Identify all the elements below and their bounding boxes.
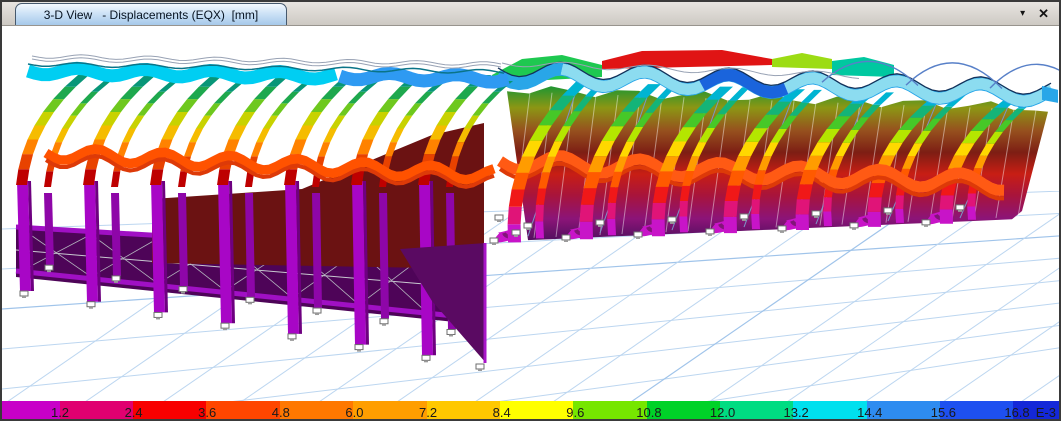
window-titlebar: 3-D View - Displacements (EQX) [mm] ▾ ✕ bbox=[2, 2, 1059, 26]
legend-value-label: 6.0 bbox=[345, 401, 363, 421]
legend-exponent-label: E-3 bbox=[1036, 401, 1056, 421]
viewport-3d[interactable]: 1.2 2.4 3.6 4.8 6.0 7.2 8.4 9.6 10.8 12.0 13.2 14.4… bbox=[2, 26, 1059, 421]
legend-value-label: 8.4 bbox=[493, 401, 511, 421]
app-window: 3-D View - Displacements (EQX) [mm] ▾ ✕ … bbox=[0, 0, 1061, 421]
legend-band bbox=[427, 401, 500, 421]
titlebar-controls: ▾ ✕ bbox=[1020, 2, 1049, 25]
legend-band bbox=[500, 401, 573, 421]
legend-value-label: 16.8 bbox=[1004, 401, 1029, 421]
legend-band bbox=[133, 401, 206, 421]
legend-value-label: 12.0 bbox=[710, 401, 735, 421]
model-canvas[interactable] bbox=[2, 26, 1061, 401]
legend-value-label: 14.4 bbox=[857, 401, 882, 421]
view-tab-label: 3-D View - Displacements (EQX) [mm] bbox=[44, 8, 259, 22]
view-tab[interactable]: 3-D View - Displacements (EQX) [mm] bbox=[15, 3, 287, 25]
legend-band bbox=[60, 401, 133, 421]
legend-value-label: 13.2 bbox=[783, 401, 808, 421]
legend-value-label: 1.2 bbox=[51, 401, 69, 421]
legend-band bbox=[206, 401, 279, 421]
legend-value-label: 2.4 bbox=[125, 401, 143, 421]
legend-value-label: 7.2 bbox=[419, 401, 437, 421]
chevron-down-icon[interactable]: ▾ bbox=[1020, 9, 1025, 19]
legend-band bbox=[353, 401, 426, 421]
legend-band bbox=[280, 401, 353, 421]
close-icon[interactable]: ✕ bbox=[1038, 7, 1049, 20]
legend-value-label: 15.6 bbox=[931, 401, 956, 421]
legend-value-label: 4.8 bbox=[272, 401, 290, 421]
contour-legend: 1.2 2.4 3.6 4.8 6.0 7.2 8.4 9.6 10.8 12.0 13.2 14.4… bbox=[2, 401, 1059, 421]
legend-value-label: 10.8 bbox=[636, 401, 661, 421]
legend-value-label: 3.6 bbox=[198, 401, 216, 421]
legend-value-label: 9.6 bbox=[566, 401, 584, 421]
